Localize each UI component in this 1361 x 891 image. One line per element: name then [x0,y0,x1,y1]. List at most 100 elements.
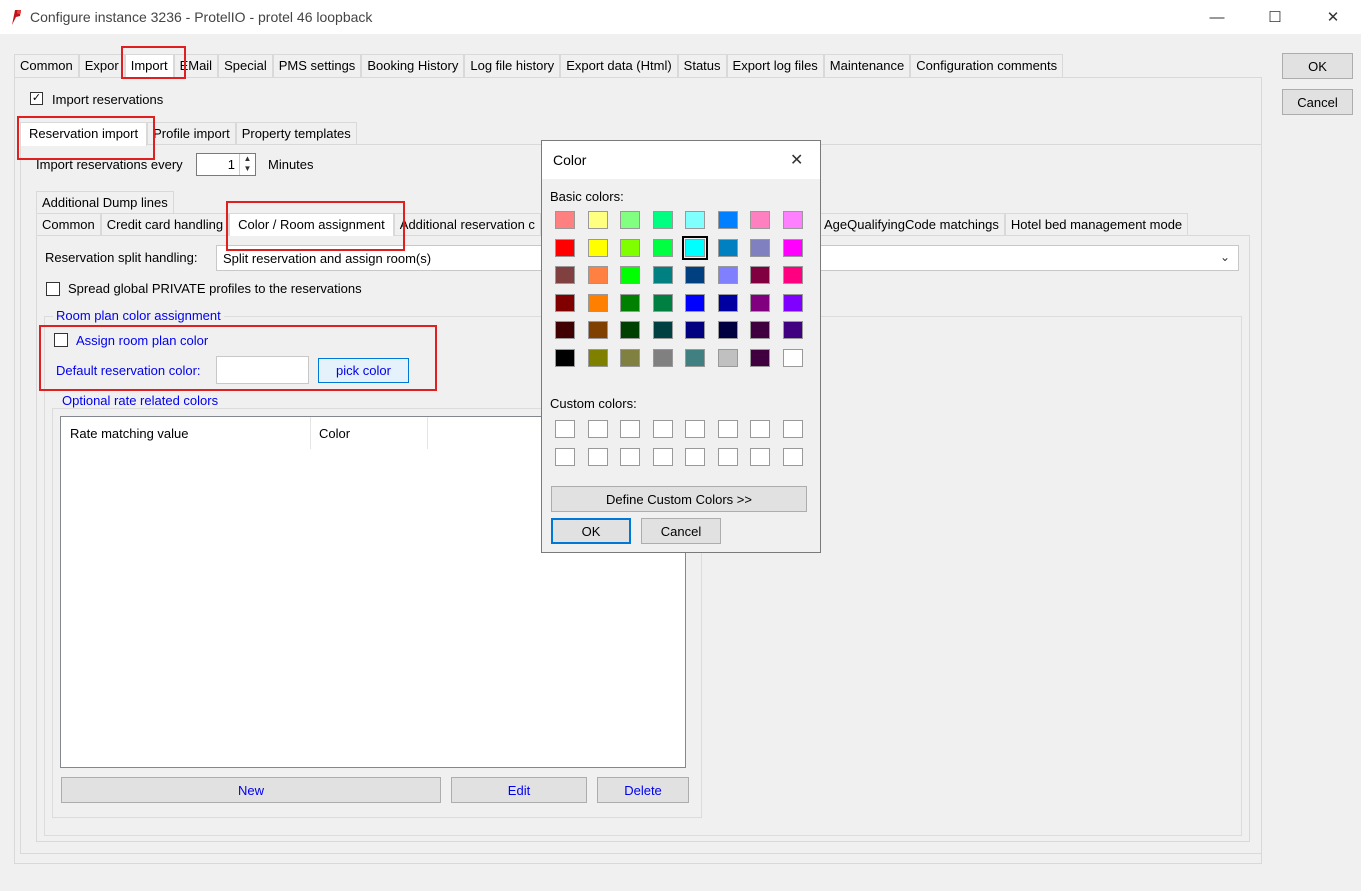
tab-common[interactable]: Common [14,54,79,77]
basic-color-swatch[interactable] [717,293,738,312]
stepper-down-icon[interactable]: ▼ [240,164,255,174]
column-header-rate[interactable]: Rate matching value [61,417,311,449]
delete-button[interactable]: Delete [597,777,689,803]
basic-color-swatch[interactable] [782,348,803,367]
dialog-close-icon[interactable]: ✕ [790,150,803,170]
tab-export-data-html[interactable]: Export data (Html) [560,54,678,77]
custom-color-swatch[interactable] [717,448,738,466]
basic-color-swatch[interactable] [555,293,575,312]
tab-special[interactable]: Special [218,54,273,77]
tab-maintenance[interactable]: Maintenance [823,54,911,77]
tab-profile-import[interactable]: Profile import [147,122,236,145]
basic-color-swatch[interactable] [750,238,770,257]
tab-booking-history[interactable]: Booking History [361,54,465,77]
basic-color-swatch[interactable] [750,266,770,284]
basic-color-swatch[interactable] [717,266,738,284]
basic-color-swatch[interactable] [717,348,738,367]
basic-color-swatch[interactable] [682,235,708,260]
basic-color-swatch[interactable] [620,211,640,229]
spread-profiles-checkbox[interactable] [46,282,60,296]
tab-status[interactable]: Status [677,54,727,77]
define-custom-colors-button[interactable]: Define Custom Colors >> [551,486,807,512]
basic-color-swatch[interactable] [620,293,640,312]
basic-color-swatch[interactable] [620,348,640,367]
basic-color-swatch[interactable] [685,211,705,229]
basic-color-swatch[interactable] [620,266,640,284]
tab-export[interactable]: Expor [78,54,125,77]
basic-color-swatch[interactable] [620,238,640,257]
custom-color-swatch[interactable] [587,420,608,438]
column-header-color[interactable]: Color [311,417,428,449]
basic-color-swatch[interactable] [750,321,770,339]
tab-export-log-files[interactable]: Export log files [726,54,824,77]
basic-color-swatch[interactable] [652,293,673,312]
custom-color-swatch[interactable] [717,420,738,438]
basic-color-swatch[interactable] [555,238,575,257]
custom-color-swatch[interactable] [555,448,575,466]
tab-hotel-bed-management-mode[interactable]: Hotel bed management mode [1004,213,1189,236]
basic-color-swatch[interactable] [587,211,608,229]
maximize-icon[interactable]: ☐ [1252,0,1298,34]
basic-color-swatch[interactable] [685,348,705,367]
basic-color-swatch[interactable] [555,266,575,284]
basic-color-swatch[interactable] [587,238,608,257]
basic-color-swatch[interactable] [782,321,803,339]
stepper-arrows[interactable]: ▲ ▼ [239,154,255,175]
ok-button[interactable]: OK [1282,53,1353,79]
minimize-icon[interactable]: — [1194,0,1240,34]
chevron-down-icon[interactable]: ⌄ [1220,250,1230,264]
cancel-button[interactable]: Cancel [1282,89,1353,115]
basic-color-swatch[interactable] [652,238,673,257]
custom-color-swatch[interactable] [782,448,803,466]
basic-color-swatch[interactable] [782,211,803,229]
basic-color-swatch[interactable] [750,348,770,367]
basic-color-swatch[interactable] [555,321,575,339]
basic-color-swatch[interactable] [555,211,575,229]
basic-color-swatch[interactable] [782,238,803,257]
basic-color-swatch[interactable] [652,321,673,339]
basic-color-swatch[interactable] [782,266,803,284]
tab-additional-reservation[interactable]: Additional reservation c [393,213,541,236]
basic-color-swatch[interactable] [717,238,738,257]
import-reservations-checkbox[interactable]: ✓ [30,92,43,105]
basic-color-swatch[interactable] [717,321,738,339]
tab-configuration-comments[interactable]: Configuration comments [910,54,1064,77]
custom-color-swatch[interactable] [652,448,673,466]
tab-pms-settings[interactable]: PMS settings [272,54,362,77]
custom-color-swatch[interactable] [587,448,608,466]
basic-color-swatch[interactable] [685,266,705,284]
custom-color-swatch[interactable] [750,448,770,466]
custom-color-swatch[interactable] [555,420,575,438]
stepper-up-icon[interactable]: ▲ [240,154,255,164]
custom-color-swatch[interactable] [782,420,803,438]
dialog-ok-button[interactable]: OK [551,518,631,544]
basic-color-swatch[interactable] [717,211,738,229]
tab-credit-card-handling[interactable]: Credit card handling [100,213,230,236]
custom-color-swatch[interactable] [652,420,673,438]
dialog-cancel-button[interactable]: Cancel [641,518,721,544]
interval-stepper[interactable]: 1 ▲ ▼ [196,153,256,176]
custom-color-swatch[interactable] [685,420,705,438]
tab-property-templates[interactable]: Property templates [235,122,357,145]
custom-color-swatch[interactable] [750,420,770,438]
basic-color-swatch[interactable] [750,211,770,229]
edit-button[interactable]: Edit [451,777,587,803]
basic-color-swatch[interactable] [587,266,608,284]
basic-color-swatch[interactable] [587,321,608,339]
basic-color-swatch[interactable] [685,293,705,312]
tab-additional-dump-lines[interactable]: Additional Dump lines [36,191,174,214]
basic-color-swatch[interactable] [652,211,673,229]
basic-color-swatch[interactable] [782,293,803,312]
tab-inner-common[interactable]: Common [36,213,101,236]
basic-color-swatch[interactable] [555,348,575,367]
basic-color-swatch[interactable] [652,348,673,367]
custom-color-swatch[interactable] [620,448,640,466]
close-icon[interactable]: ✕ [1310,0,1356,34]
custom-color-swatch[interactable] [685,448,705,466]
basic-color-swatch[interactable] [685,321,705,339]
tab-agequalifyingcode-matchings[interactable]: AgeQualifyingCode matchings [818,213,1005,236]
tab-log-file-history[interactable]: Log file history [464,54,561,77]
basic-color-swatch[interactable] [587,293,608,312]
custom-color-swatch[interactable] [620,420,640,438]
basic-color-swatch[interactable] [620,321,640,339]
